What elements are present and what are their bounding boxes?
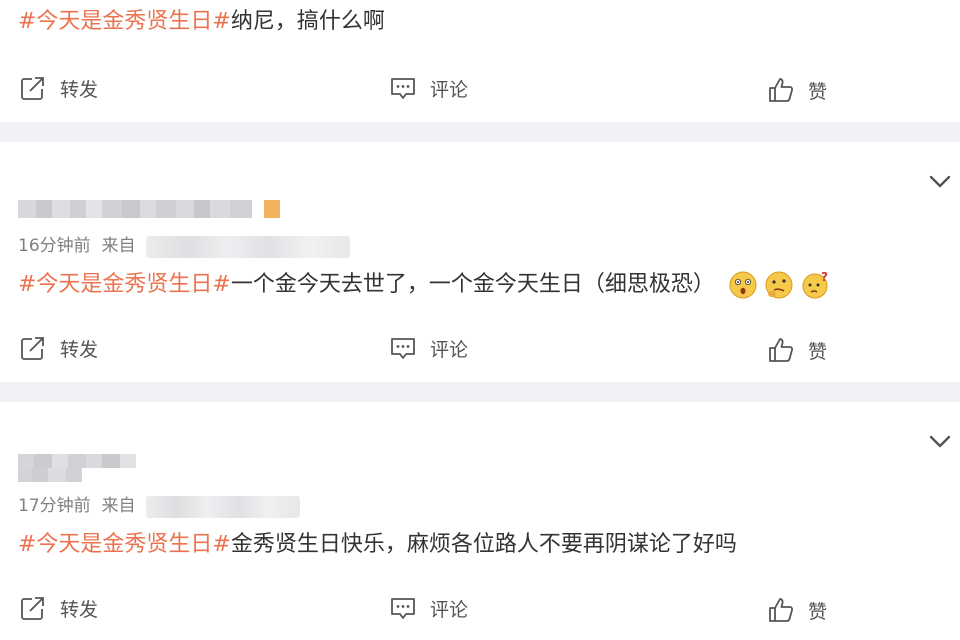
hashtag-link[interactable]: #今天是金秀贤生日# bbox=[18, 272, 231, 297]
divider bbox=[0, 382, 960, 402]
post-card-3: 17分钟前 来自 #今天是金秀贤生日#金秀贤生日快乐，麻烦各位路人不要再阴谋论了… bbox=[0, 402, 960, 640]
repost-icon bbox=[18, 73, 48, 103]
action-bar: 转发 评论 赞 bbox=[0, 328, 960, 368]
action-bar: 转发 评论 赞 bbox=[0, 588, 960, 628]
source-label: 来自 bbox=[101, 496, 136, 516]
source-redacted bbox=[146, 496, 300, 518]
like-label: 赞 bbox=[808, 600, 828, 623]
source-label: 来自 bbox=[101, 236, 136, 256]
comment-button[interactable]: 评论 bbox=[388, 588, 468, 628]
repost-button[interactable]: 转发 bbox=[18, 68, 98, 108]
source-redacted bbox=[146, 236, 350, 258]
post-text: #今天是金秀贤生日#金秀贤生日快乐，麻烦各位路人不要再阴谋论了好吗 bbox=[18, 530, 737, 560]
post-body: 金秀贤生日快乐，麻烦各位路人不要再阴谋论了好吗 bbox=[230, 532, 737, 557]
username-redacted bbox=[18, 200, 280, 220]
comment-label: 评论 bbox=[430, 598, 469, 621]
thinking-face-icon bbox=[765, 271, 793, 299]
like-button[interactable]: 赞 bbox=[766, 70, 827, 110]
timestamp: 17分钟前 bbox=[18, 496, 91, 516]
comment-label: 评论 bbox=[430, 338, 469, 361]
question-face-icon: ? bbox=[802, 270, 828, 299]
post-card-2: 16分钟前 来自 #今天是金秀贤生日#一个金今天去世了，一个金今天生日（细思极恐… bbox=[0, 142, 960, 382]
comment-icon bbox=[388, 73, 418, 103]
hashtag-link[interactable]: #今天是金秀贤生日# bbox=[18, 9, 231, 34]
repost-label: 转发 bbox=[60, 338, 99, 361]
repost-icon bbox=[18, 593, 48, 623]
post-text: #今天是金秀贤生日#纳尼，搞什么啊 bbox=[18, 7, 385, 37]
chevron-down-icon[interactable] bbox=[926, 168, 954, 196]
like-label: 赞 bbox=[808, 340, 828, 363]
repost-label: 转发 bbox=[60, 78, 99, 101]
chevron-down-icon[interactable] bbox=[926, 428, 954, 456]
repost-icon bbox=[18, 333, 48, 363]
comment-icon bbox=[388, 593, 418, 623]
like-icon bbox=[766, 595, 796, 625]
like-button[interactable]: 赞 bbox=[766, 330, 827, 370]
like-icon bbox=[766, 75, 796, 105]
post-meta: 17分钟前 来自 bbox=[18, 494, 135, 518]
shock-face-icon bbox=[729, 271, 757, 299]
svg-text:?: ? bbox=[821, 270, 828, 284]
comment-button[interactable]: 评论 bbox=[388, 328, 468, 368]
like-label: 赞 bbox=[808, 80, 828, 103]
divider bbox=[0, 122, 960, 142]
post-text: #今天是金秀贤生日#一个金今天去世了，一个金今天生日（细思极恐） ? bbox=[18, 270, 830, 300]
timestamp: 16分钟前 bbox=[18, 236, 91, 256]
post-body: 一个金今天去世了，一个金今天生日（细思极恐） bbox=[230, 272, 715, 297]
like-icon bbox=[766, 335, 796, 365]
action-bar: 转发 评论 赞 bbox=[0, 68, 960, 108]
post-body: 纳尼，搞什么啊 bbox=[230, 9, 385, 34]
post-meta: 16分钟前 来自 bbox=[18, 234, 135, 258]
comment-icon bbox=[388, 333, 418, 363]
post-card-1: #今天是金秀贤生日#纳尼，搞什么啊 转发 评论 赞 bbox=[0, 0, 960, 122]
repost-button[interactable]: 转发 bbox=[18, 588, 98, 628]
comment-button[interactable]: 评论 bbox=[388, 68, 468, 108]
hashtag-link[interactable]: #今天是金秀贤生日# bbox=[18, 532, 231, 557]
username-redacted bbox=[18, 454, 148, 482]
comment-label: 评论 bbox=[430, 78, 469, 101]
repost-label: 转发 bbox=[60, 598, 99, 621]
repost-button[interactable]: 转发 bbox=[18, 328, 98, 368]
like-button[interactable]: 赞 bbox=[766, 590, 827, 630]
